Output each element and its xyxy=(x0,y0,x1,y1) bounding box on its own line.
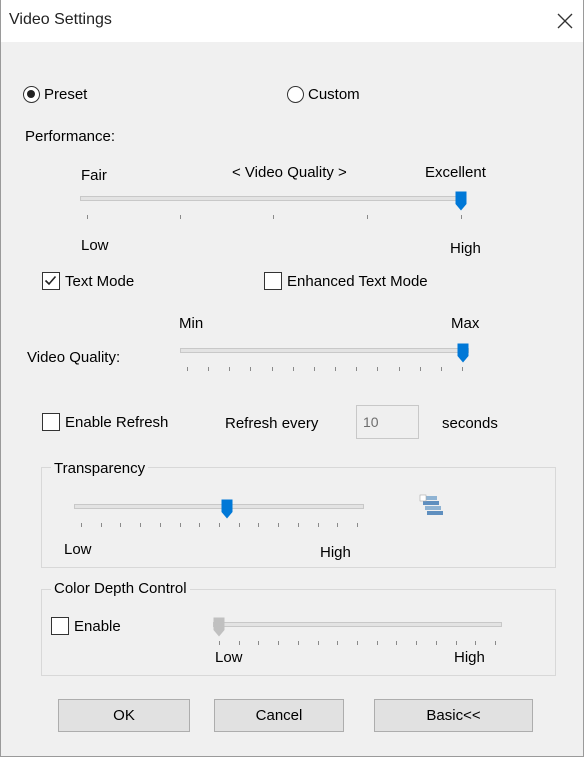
performance-heading: Performance: xyxy=(25,128,116,145)
performance-tick xyxy=(87,215,88,219)
performance-tick xyxy=(461,215,462,219)
video-quality-slider-thumb[interactable] xyxy=(457,343,469,363)
enable-refresh-label[interactable]: Enable Refresh xyxy=(65,414,168,431)
video-quality-min-label: Min xyxy=(179,315,204,332)
transparency-tick xyxy=(278,523,280,527)
color-depth-tick xyxy=(317,641,319,645)
transparency-tick xyxy=(219,523,220,527)
performance-tick xyxy=(180,215,181,219)
color-depth-high-label: High xyxy=(454,649,485,666)
transparency-tick xyxy=(238,523,240,527)
transparency-slider-track[interactable] xyxy=(74,504,364,509)
video-quality-tick xyxy=(377,367,379,371)
ok-button[interactable]: OK xyxy=(58,699,190,732)
color-depth-tick xyxy=(258,641,260,645)
video-quality-tick xyxy=(292,367,294,371)
preset-radio-dot xyxy=(27,90,35,98)
transparency-low-label: Low xyxy=(64,541,92,558)
color-depth-enable-checkbox[interactable] xyxy=(51,617,69,635)
video-settings-window: Video Settings Preset Custom Performance… xyxy=(0,0,584,757)
transparency-tick xyxy=(258,523,260,527)
text-mode-checkbox[interactable] xyxy=(42,272,60,290)
video-quality-tick xyxy=(398,367,400,371)
color-depth-tick xyxy=(238,641,240,645)
video-quality-tick xyxy=(229,367,231,371)
check-icon xyxy=(44,275,57,286)
cancel-button[interactable]: Cancel xyxy=(214,699,344,732)
basic-button[interactable]: Basic<< xyxy=(374,699,533,732)
performance-slider-thumb[interactable] xyxy=(455,191,467,211)
color-depth-group-label: Color Depth Control xyxy=(51,580,190,597)
performance-tick xyxy=(273,215,274,219)
transparency-tick xyxy=(199,523,201,527)
color-depth-tick xyxy=(219,641,220,645)
transparency-tick xyxy=(179,523,181,527)
transparency-tick xyxy=(159,523,161,527)
video-quality-tick xyxy=(313,367,315,371)
refresh-interval-input[interactable]: 10 xyxy=(356,405,419,439)
transparency-tick xyxy=(140,523,142,527)
enhanced-text-mode-checkbox[interactable] xyxy=(264,272,282,290)
text-mode-label[interactable]: Text Mode xyxy=(65,273,134,290)
performance-low-label: Low xyxy=(81,237,109,254)
color-depth-tick xyxy=(435,641,437,645)
video-quality-tick xyxy=(271,367,273,371)
video-quality-tick xyxy=(335,367,337,371)
video-quality-label: Video Quality: xyxy=(27,349,121,366)
transparency-tick xyxy=(81,523,82,527)
performance-center-label: < Video Quality > xyxy=(232,164,347,181)
performance-fair-label: Fair xyxy=(81,167,107,184)
color-depth-tick xyxy=(475,641,477,645)
enable-refresh-checkbox[interactable] xyxy=(42,413,60,431)
transparency-group xyxy=(41,467,556,568)
window-title: Video Settings xyxy=(9,11,112,28)
color-depth-tick xyxy=(455,641,457,645)
color-depth-enable-label[interactable]: Enable xyxy=(74,618,121,635)
color-depth-tick xyxy=(416,641,418,645)
transparency-preview-icon xyxy=(419,494,443,515)
transparency-tick xyxy=(100,523,102,527)
video-quality-tick xyxy=(187,367,188,371)
close-icon[interactable] xyxy=(553,9,577,33)
seconds-label: seconds xyxy=(442,415,498,432)
video-quality-max-label: Max xyxy=(451,315,480,332)
refresh-every-label: Refresh every xyxy=(225,415,319,432)
video-quality-tick xyxy=(356,367,358,371)
enhanced-text-mode-label[interactable]: Enhanced Text Mode xyxy=(287,273,428,290)
transparency-tick xyxy=(120,523,122,527)
transparency-slider-thumb[interactable] xyxy=(221,499,233,519)
color-depth-tick xyxy=(376,641,378,645)
custom-radio[interactable] xyxy=(287,86,304,103)
video-quality-tick xyxy=(419,367,421,371)
color-depth-tick xyxy=(495,641,496,645)
video-quality-tick xyxy=(250,367,252,371)
color-depth-tick xyxy=(297,641,299,645)
color-depth-tick xyxy=(337,641,339,645)
performance-high-label: High xyxy=(450,240,481,257)
preset-radio[interactable] xyxy=(23,86,40,103)
transparency-tick xyxy=(357,523,358,527)
color-depth-low-label: Low xyxy=(215,649,243,666)
video-quality-tick xyxy=(208,367,210,371)
video-quality-tick xyxy=(440,367,442,371)
performance-slider-track[interactable] xyxy=(80,196,466,201)
custom-label[interactable]: Custom xyxy=(308,86,360,103)
color-depth-tick xyxy=(396,641,398,645)
title-bar: Video Settings xyxy=(1,0,583,42)
video-quality-slider-track[interactable] xyxy=(180,348,469,353)
transparency-tick xyxy=(297,523,299,527)
preset-label[interactable]: Preset xyxy=(44,86,87,103)
performance-tick xyxy=(367,215,368,219)
color-depth-tick xyxy=(278,641,280,645)
video-quality-tick xyxy=(462,367,463,371)
color-depth-slider-track[interactable] xyxy=(213,622,502,627)
transparency-tick xyxy=(337,523,339,527)
color-depth-slider-thumb[interactable] xyxy=(213,617,225,637)
transparency-tick xyxy=(317,523,319,527)
transparency-high-label: High xyxy=(320,544,351,561)
color-depth-tick xyxy=(357,641,358,645)
performance-excellent-label: Excellent xyxy=(425,164,486,181)
transparency-group-label: Transparency xyxy=(51,460,149,477)
